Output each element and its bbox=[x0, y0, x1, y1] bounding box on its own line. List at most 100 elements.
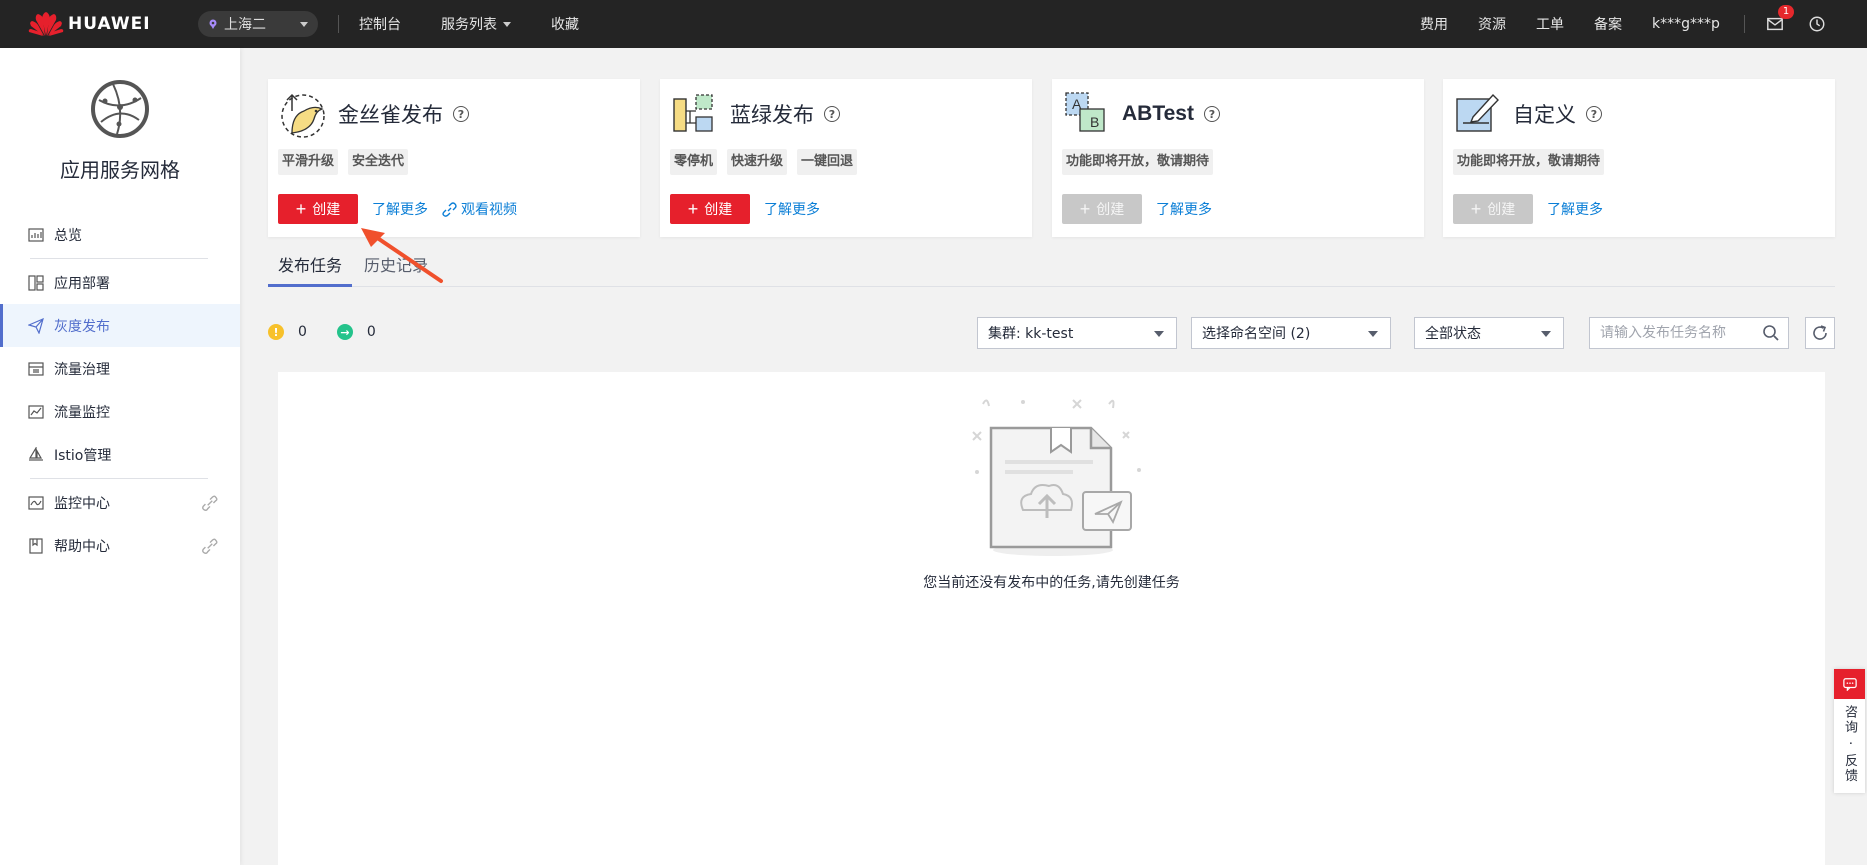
help-icon[interactable]: ? bbox=[1586, 106, 1602, 122]
monitor-center-icon bbox=[28, 495, 44, 510]
refresh-button[interactable] bbox=[1805, 317, 1835, 349]
nav-resources[interactable]: 资源 bbox=[1478, 14, 1506, 34]
create-blue-green-button[interactable]: + 创建 bbox=[670, 194, 750, 224]
sidebar: 应用服务网格 总览 应用部署 灰度发布 流量治理 流量监控 Istio管理 监控… bbox=[0, 48, 240, 865]
refresh-icon bbox=[1813, 325, 1827, 340]
blue-green-release-card: 蓝绿发布 ? 零停机 快速升级 一键回退 + 创建 了解更多 bbox=[660, 79, 1032, 237]
search-input[interactable] bbox=[1590, 325, 1755, 341]
traffic-icon bbox=[28, 361, 44, 376]
chevron-down-icon bbox=[503, 21, 511, 27]
sidebar-item-help-center[interactable]: 帮助中心 bbox=[0, 524, 240, 567]
tag: 功能即将开放，敬请期待 bbox=[1062, 149, 1214, 175]
help-icon[interactable]: ? bbox=[1203, 106, 1220, 122]
nav-icp[interactable]: 备案 bbox=[1594, 14, 1622, 34]
sidebar-item-label: 帮助中心 bbox=[54, 538, 110, 555]
message-count-badge: 1 bbox=[1778, 5, 1794, 19]
nav-service-list-label: 服务列表 bbox=[441, 17, 497, 33]
sidebar-item-label: 流量治理 bbox=[54, 361, 110, 378]
tab-release-tasks[interactable]: 发布任务 bbox=[268, 252, 353, 287]
brand-name: HUAWEI bbox=[68, 14, 151, 34]
tag: 功能即将开放，敬请期待 bbox=[1453, 149, 1605, 175]
card-title: 蓝绿发布 bbox=[730, 103, 814, 127]
create-label: 创建 bbox=[704, 201, 733, 217]
empty-state-illustration bbox=[972, 399, 1141, 556]
create-canary-button[interactable]: + 创建 bbox=[278, 194, 358, 224]
nav-tickets[interactable]: 工单 bbox=[1536, 14, 1564, 34]
tag-list: 零停机 快速升级 一键回退 bbox=[670, 149, 867, 175]
nav-service-list[interactable]: 服务列表 bbox=[441, 14, 511, 34]
card-header: 自定义 ? bbox=[1453, 89, 1602, 139]
tag-list: 功能即将开放，敬请期待 bbox=[1062, 149, 1223, 175]
tag: 安全迭代 bbox=[348, 149, 409, 175]
external-link-icon bbox=[202, 495, 218, 511]
learn-more-link[interactable]: 了解更多 bbox=[1156, 199, 1212, 219]
namespace-select-value: 选择命名空间 (2) bbox=[1202, 326, 1311, 342]
card-actions: + 创建 了解更多 bbox=[1453, 194, 1603, 224]
nav-console[interactable]: 控制台 bbox=[359, 14, 401, 34]
region-selector[interactable]: 上海二 bbox=[198, 11, 318, 37]
watch-video-label: 观看视频 bbox=[461, 202, 517, 218]
create-custom-button[interactable]: + 创建 bbox=[1453, 194, 1533, 224]
create-abtest-button[interactable]: + 创建 bbox=[1062, 194, 1142, 224]
sidebar-item-traffic-governance[interactable]: 流量治理 bbox=[0, 347, 240, 390]
annotation-arrow-icon bbox=[361, 228, 443, 283]
status-summary: ! 0 → 0 bbox=[268, 324, 406, 340]
plus-icon: + bbox=[1079, 199, 1091, 219]
chat-icon bbox=[1834, 669, 1865, 699]
paper-plane-icon bbox=[28, 317, 44, 334]
chevron-down-icon bbox=[300, 22, 308, 27]
tag: 平滑升级 bbox=[278, 149, 339, 175]
link-icon bbox=[442, 201, 457, 217]
task-list-panel: 您当前还没有发布中的任务,请先创建任务 bbox=[278, 372, 1825, 865]
warning-count: 0 bbox=[298, 324, 307, 340]
card-header: 蓝绿发布 ? bbox=[670, 89, 840, 139]
region-label: 上海二 bbox=[224, 17, 266, 33]
cluster-select[interactable]: 集群: kk-test bbox=[977, 317, 1177, 349]
card-title: ABTest bbox=[1122, 102, 1194, 125]
card-actions: + 创建 了解更多 bbox=[670, 194, 820, 224]
warning-icon: ! bbox=[268, 324, 284, 340]
state-select[interactable]: 全部状态 bbox=[1414, 317, 1564, 349]
card-header: A B ABTest ? bbox=[1062, 89, 1220, 139]
svg-text:A: A bbox=[1072, 96, 1082, 112]
card-title: 金丝雀发布 bbox=[338, 103, 443, 127]
nav-billing[interactable]: 费用 bbox=[1420, 14, 1448, 34]
sidebar-item-overview[interactable]: 总览 bbox=[0, 213, 240, 256]
chevron-down-icon bbox=[1541, 331, 1551, 337]
user-account[interactable]: k***g***p bbox=[1652, 16, 1724, 32]
search-icon[interactable] bbox=[1762, 324, 1780, 342]
huawei-logo[interactable]: HUAWEI bbox=[28, 10, 178, 38]
sidebar-item-app-deploy[interactable]: 应用部署 bbox=[0, 261, 240, 304]
sidebar-item-traffic-monitor[interactable]: 流量监控 bbox=[0, 390, 240, 433]
learn-more-link[interactable]: 了解更多 bbox=[764, 199, 820, 219]
dashboard-icon bbox=[28, 227, 44, 242]
plus-icon: + bbox=[687, 199, 699, 219]
feedback-widget[interactable]: 咨询 · 反馈 bbox=[1834, 669, 1865, 793]
learn-more-link[interactable]: 了解更多 bbox=[372, 199, 428, 219]
plus-icon: + bbox=[1470, 199, 1482, 219]
monitor-chart-icon bbox=[28, 404, 44, 419]
sidebar-item-istio[interactable]: Istio管理 bbox=[0, 433, 240, 476]
abtest-icon: A B bbox=[1065, 92, 1105, 132]
help-icon[interactable]: ? bbox=[824, 106, 840, 122]
card-actions: + 创建 了解更多 观看视频 bbox=[278, 194, 517, 224]
blue-green-icon bbox=[673, 94, 713, 132]
sidebar-item-gray-release[interactable]: 灰度发布 bbox=[0, 304, 240, 347]
help-icon[interactable]: ? bbox=[453, 106, 469, 122]
card-title: 自定义 bbox=[1513, 103, 1576, 127]
sidebar-item-label: 流量监控 bbox=[54, 404, 110, 421]
sidebar-item-monitor-center[interactable]: 监控中心 bbox=[0, 481, 240, 524]
canary-bird-icon bbox=[281, 93, 325, 138]
namespace-select[interactable]: 选择命名空间 (2) bbox=[1191, 317, 1391, 349]
tag-list: 平滑升级 安全迭代 bbox=[278, 149, 418, 175]
history-button[interactable] bbox=[1807, 14, 1827, 34]
watch-video-link[interactable]: 观看视频 bbox=[442, 199, 517, 219]
nav-favorites[interactable]: 收藏 bbox=[551, 14, 579, 34]
learn-more-link[interactable]: 了解更多 bbox=[1547, 199, 1603, 219]
chevron-down-icon bbox=[1154, 331, 1164, 337]
canary-release-card: 金丝雀发布 ? 平滑升级 安全迭代 + 创建 了解更多 观看视频 bbox=[268, 79, 640, 237]
messages-button[interactable]: 1 bbox=[1765, 5, 1794, 34]
sidebar-item-label: Istio管理 bbox=[54, 447, 112, 464]
card-actions: + 创建 了解更多 bbox=[1062, 194, 1212, 224]
sidebar-item-label: 监控中心 bbox=[54, 495, 110, 512]
